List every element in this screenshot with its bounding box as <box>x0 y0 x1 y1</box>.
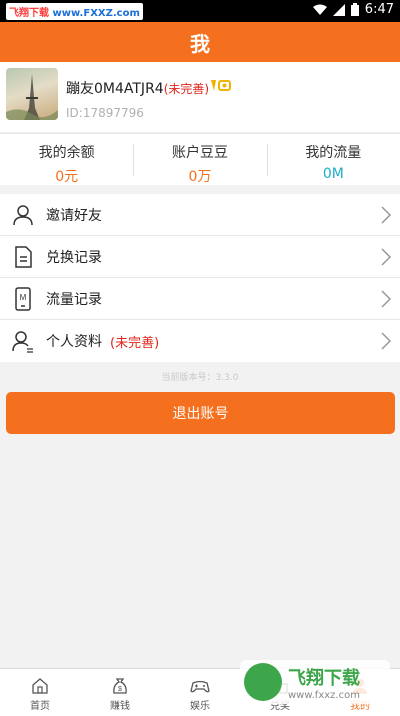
stat-value: 0万 <box>188 169 212 185</box>
clock: 6:47 <box>364 2 394 17</box>
chevron-right-icon <box>381 332 392 350</box>
site-watermark: 飞翔下载 www.FXXZ.com <box>6 3 143 20</box>
status-icons: 6:47 <box>312 2 394 17</box>
tab-entertainment[interactable]: 娱乐 <box>160 669 240 716</box>
signal-icon <box>332 3 345 16</box>
phone-m-icon: M <box>0 278 46 320</box>
stat-data-traffic[interactable]: 我的流量 0M <box>266 134 400 185</box>
money-bag-icon: $ <box>113 678 127 694</box>
incomplete-tag: (未完善) <box>163 82 210 96</box>
avatar[interactable] <box>6 68 58 120</box>
svg-text:M: M <box>20 293 27 302</box>
stat-value: 0M <box>322 166 344 182</box>
stat-label: 我的流量 <box>305 145 362 161</box>
document-icon <box>0 236 46 278</box>
chevron-right-icon <box>381 248 392 266</box>
wifi-icon <box>312 4 327 15</box>
stat-balance[interactable]: 我的余额 0元 <box>0 134 133 185</box>
profile-icon <box>0 320 46 362</box>
stats-row: 我的余额 0元 账户豆豆 0万 我的流量 0M <box>0 133 400 185</box>
vip-badge-icon <box>211 80 231 91</box>
menu-item-personal-info[interactable]: 个人资料 (未完善) <box>0 320 400 362</box>
username: 蹦友0M4ATJR4(未完善) <box>66 81 210 97</box>
logout-button[interactable]: 退出账号 <box>6 392 395 434</box>
tab-home[interactable]: 首页 <box>0 669 80 716</box>
page-header: 我 <box>0 22 400 62</box>
eiffel-tower-picture <box>6 74 58 120</box>
watermark-title: 飞翔下载 <box>288 667 360 689</box>
stat-beans[interactable]: 账户豆豆 0万 <box>133 134 266 185</box>
version-text: 当前版本号：3.3.0 <box>161 373 239 383</box>
stat-label: 我的余额 <box>38 145 95 161</box>
page-title: 我 <box>190 31 210 56</box>
profile-card[interactable]: 蹦友0M4ATJR4(未完善) ID:17897796 <box>0 62 400 132</box>
menu-label: 兑换记录 <box>46 249 102 266</box>
home-icon <box>32 678 48 694</box>
chevron-right-icon <box>381 290 392 308</box>
tab-label: 娱乐 <box>190 701 210 712</box>
menu-label: 邀请好友 <box>46 207 102 224</box>
tab-label: 首页 <box>30 701 50 712</box>
gamepad-icon <box>190 680 210 693</box>
stat-label: 账户豆豆 <box>171 145 228 161</box>
battery-icon <box>350 3 359 16</box>
menu-item-redeem-records[interactable]: 兑换记录 <box>0 236 400 278</box>
menu-label: 个人资料 <box>46 334 102 350</box>
corner-watermark: 飞翔下载 www.fxxz.com <box>240 660 390 704</box>
tab-earn[interactable]: $ 赚钱 <box>80 669 160 716</box>
chevron-right-icon <box>381 206 392 224</box>
svg-text:$: $ <box>118 686 122 693</box>
menu-item-traffic-records[interactable]: M 流量记录 <box>0 278 400 320</box>
status-bar: 飞翔下载 www.FXXZ.com 6:47 <box>0 0 400 22</box>
tab-label: 赚钱 <box>110 701 130 712</box>
incomplete-tag: (未完善) <box>110 335 160 351</box>
watermark-logo-icon <box>244 663 282 701</box>
settings-menu: 邀请好友 兑换记录 M 流量记录 个人资料 (未完善) <box>0 194 400 362</box>
person-icon <box>0 194 46 236</box>
user-id: ID:17897796 <box>66 106 144 120</box>
menu-label: 流量记录 <box>46 291 102 308</box>
menu-item-invite-friends[interactable]: 邀请好友 <box>0 194 400 236</box>
stat-value: 0元 <box>55 169 79 185</box>
watermark-url: www.fxxz.com <box>288 689 360 701</box>
